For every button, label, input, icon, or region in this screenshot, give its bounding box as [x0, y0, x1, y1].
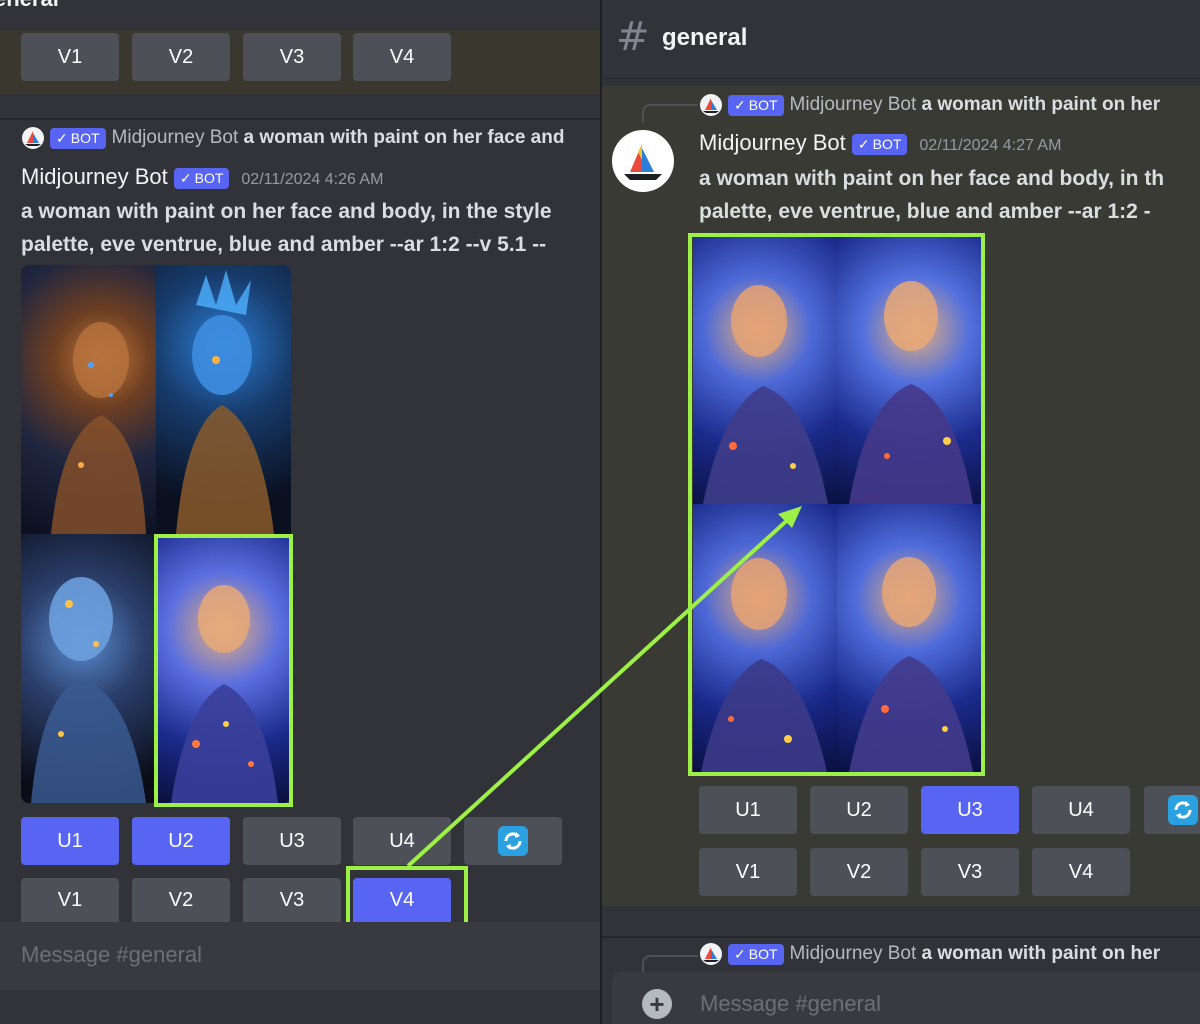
arrow-line — [406, 512, 796, 868]
transition-arrow — [406, 506, 802, 868]
